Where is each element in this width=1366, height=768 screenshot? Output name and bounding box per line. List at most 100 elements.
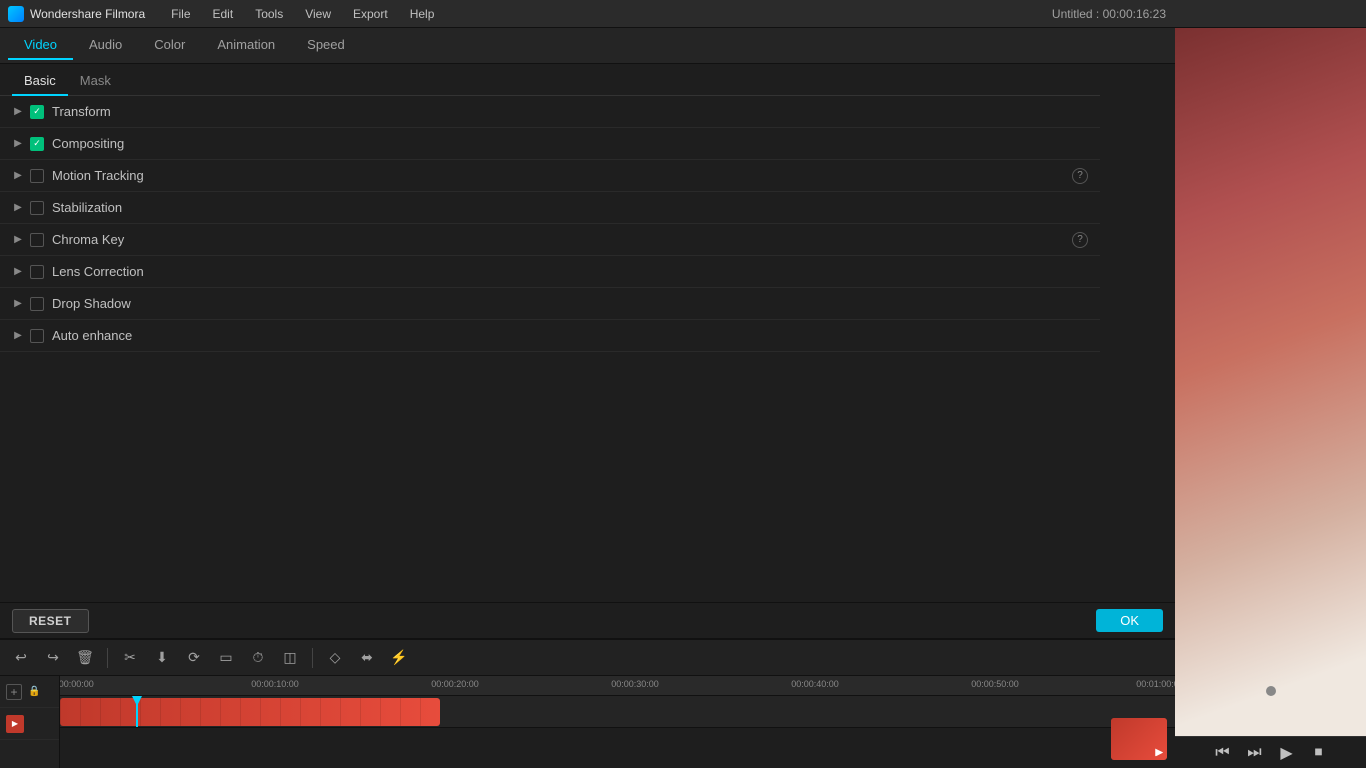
property-motion-tracking[interactable]: ▶ Motion Tracking ? [0, 160, 1100, 192]
split-button[interactable]: ◫ [277, 645, 303, 671]
prev-step-button[interactable]: ⏭ [1243, 741, 1267, 765]
ok-button[interactable]: OK [1096, 609, 1163, 632]
checkbox-auto-enhance[interactable] [30, 329, 44, 343]
playhead[interactable] [136, 696, 138, 727]
menu-help[interactable]: Help [400, 5, 445, 23]
menu-bar: File Edit Tools View Export Help [161, 5, 1358, 23]
subtab-mask[interactable]: Mask [68, 69, 123, 96]
cut-button[interactable]: ✂ [117, 645, 143, 671]
ruler-mark-5: 00:00:50:00 [971, 679, 1019, 689]
checkbox-motion-tracking[interactable] [30, 169, 44, 183]
crop-button[interactable]: ▭ [213, 645, 239, 671]
ruler-mark-0: 00:00:00:00 [60, 679, 94, 689]
expand-arrow-drop-shadow: ▶ [12, 298, 24, 310]
menu-export[interactable]: Export [343, 5, 398, 23]
toolbar-separator-2 [312, 648, 313, 668]
help-icon-motion-tracking[interactable]: ? [1072, 168, 1088, 184]
loop-button[interactable]: ⟳ [181, 645, 207, 671]
label-auto-enhance: Auto enhance [52, 328, 1088, 343]
label-chroma-key: Chroma Key [52, 232, 1068, 247]
tab-speed[interactable]: Speed [291, 31, 361, 60]
track-content[interactable]: ▶ [60, 696, 1175, 768]
property-lens-correction[interactable]: ▶ Lens Correction [0, 256, 1100, 288]
properties-panel: Basic Mask ▶ Transform ▶ Compositing ▶ [0, 64, 1100, 602]
tab-color[interactable]: Color [138, 31, 201, 60]
left-panel: Video Audio Color Animation Speed Basic … [0, 28, 1175, 768]
help-icon-chroma-key[interactable]: ? [1072, 232, 1088, 248]
menu-view[interactable]: View [295, 5, 341, 23]
app-name: Wondershare Filmora [30, 7, 145, 21]
clock-button[interactable]: ⏱ [245, 645, 271, 671]
timeline-ruler: 00:00:00:00 00:00:10:00 00:00:20:00 00:0… [60, 676, 1175, 696]
toolbar-separator-1 [107, 648, 108, 668]
expand-arrow-chroma-key: ▶ [12, 234, 24, 246]
property-auto-enhance[interactable]: ▶ Auto enhance [0, 320, 1100, 352]
checkbox-compositing[interactable] [30, 137, 44, 151]
undo-button[interactable]: ↩ [8, 645, 34, 671]
ruler-mark-3: 00:00:30:00 [611, 679, 659, 689]
app-logo: Wondershare Filmora [8, 6, 145, 22]
track-label-add: + 🔒 [0, 676, 59, 708]
label-drop-shadow: Drop Shadow [52, 296, 1088, 311]
label-motion-tracking: Motion Tracking [52, 168, 1068, 183]
video-tabs: Video Audio Color Animation Speed [0, 28, 1175, 64]
title-bar: Wondershare Filmora File Edit Tools View… [0, 0, 1366, 28]
timeline: ↩ ↪ 🗑 ✂ ⬇ ⟳ ▭ ⏱ ◫ ◇ ⬌ ⚡ + [0, 638, 1175, 768]
ruler-mark-1: 00:00:10:00 [251, 679, 299, 689]
ruler-mark-2: 00:00:20:00 [431, 679, 479, 689]
checkbox-transform[interactable] [30, 105, 44, 119]
track-labels: + 🔒 ▶ [0, 676, 60, 768]
play-button[interactable]: ▶ [1275, 741, 1299, 765]
expand-arrow-auto-enhance: ▶ [12, 330, 24, 342]
property-stabilization[interactable]: ▶ Stabilization [0, 192, 1100, 224]
title-info: Untitled : 00:00:16:23 [1052, 7, 1166, 21]
timeline-toolbar: ↩ ↪ 🗑 ✂ ⬇ ⟳ ▭ ⏱ ◫ ◇ ⬌ ⚡ [0, 640, 1175, 676]
main-layout: Video Audio Color Animation Speed Basic … [0, 28, 1366, 768]
property-transform[interactable]: ▶ Transform [0, 96, 1100, 128]
expand-arrow-stabilization: ▶ [12, 202, 24, 214]
bottom-bar: RESET OK [0, 602, 1175, 638]
expand-arrow-compositing: ▶ [12, 138, 24, 150]
delete-button[interactable]: 🗑 [72, 645, 98, 671]
add-track-button[interactable]: + [6, 684, 22, 700]
insert-button[interactable]: ⬇ [149, 645, 175, 671]
timeline-tracks: + 🔒 ▶ 00:00:00:00 00:00:10:00 00:00:20:0… [0, 676, 1175, 768]
menu-edit[interactable]: Edit [203, 5, 244, 23]
label-lens-correction: Lens Correction [52, 264, 1088, 279]
app-logo-icon [8, 6, 24, 22]
sub-tabs: Basic Mask [0, 64, 1100, 96]
tab-animation[interactable]: Animation [201, 31, 291, 60]
checkbox-stabilization[interactable] [30, 201, 44, 215]
ruler-mark-4: 00:00:40:00 [791, 679, 839, 689]
preview-controls: ⏮ ⏭ ▶ ⏹ [1175, 736, 1366, 768]
property-compositing[interactable]: ▶ Compositing [0, 128, 1100, 160]
checkbox-chroma-key[interactable] [30, 233, 44, 247]
tab-video[interactable]: Video [8, 31, 73, 60]
label-stabilization: Stabilization [52, 200, 1088, 215]
track-label-video: ▶ [0, 708, 59, 740]
prev-frame-button[interactable]: ⏮ [1211, 741, 1235, 765]
checkbox-drop-shadow[interactable] [30, 297, 44, 311]
menu-tools[interactable]: Tools [245, 5, 293, 23]
subtab-basic[interactable]: Basic [12, 69, 68, 96]
checkbox-lens-correction[interactable] [30, 265, 44, 279]
reset-button[interactable]: RESET [12, 609, 89, 633]
label-transform: Transform [52, 104, 1088, 119]
tab-audio[interactable]: Audio [73, 31, 138, 60]
preview-area [1175, 28, 1366, 736]
menu-file[interactable]: File [161, 5, 200, 23]
property-drop-shadow[interactable]: ▶ Drop Shadow [0, 288, 1100, 320]
track-clip[interactable] [60, 698, 440, 726]
thumbnail-strip: ▶ [1111, 718, 1167, 760]
stop-button[interactable]: ⏹ [1307, 741, 1331, 765]
expand-arrow-transform: ▶ [12, 106, 24, 118]
expand-arrow-lens-correction: ▶ [12, 266, 24, 278]
video-track[interactable] [60, 696, 1175, 728]
stretch-button[interactable]: ⬌ [354, 645, 380, 671]
effect-button[interactable]: ◇ [322, 645, 348, 671]
properties-area: Basic Mask ▶ Transform ▶ Compositing ▶ [0, 64, 1175, 602]
property-chroma-key[interactable]: ▶ Chroma Key ? [0, 224, 1100, 256]
redo-button[interactable]: ↪ [40, 645, 66, 671]
video-track-icon: ▶ [6, 715, 24, 733]
magnet-button[interactable]: ⚡ [386, 645, 412, 671]
